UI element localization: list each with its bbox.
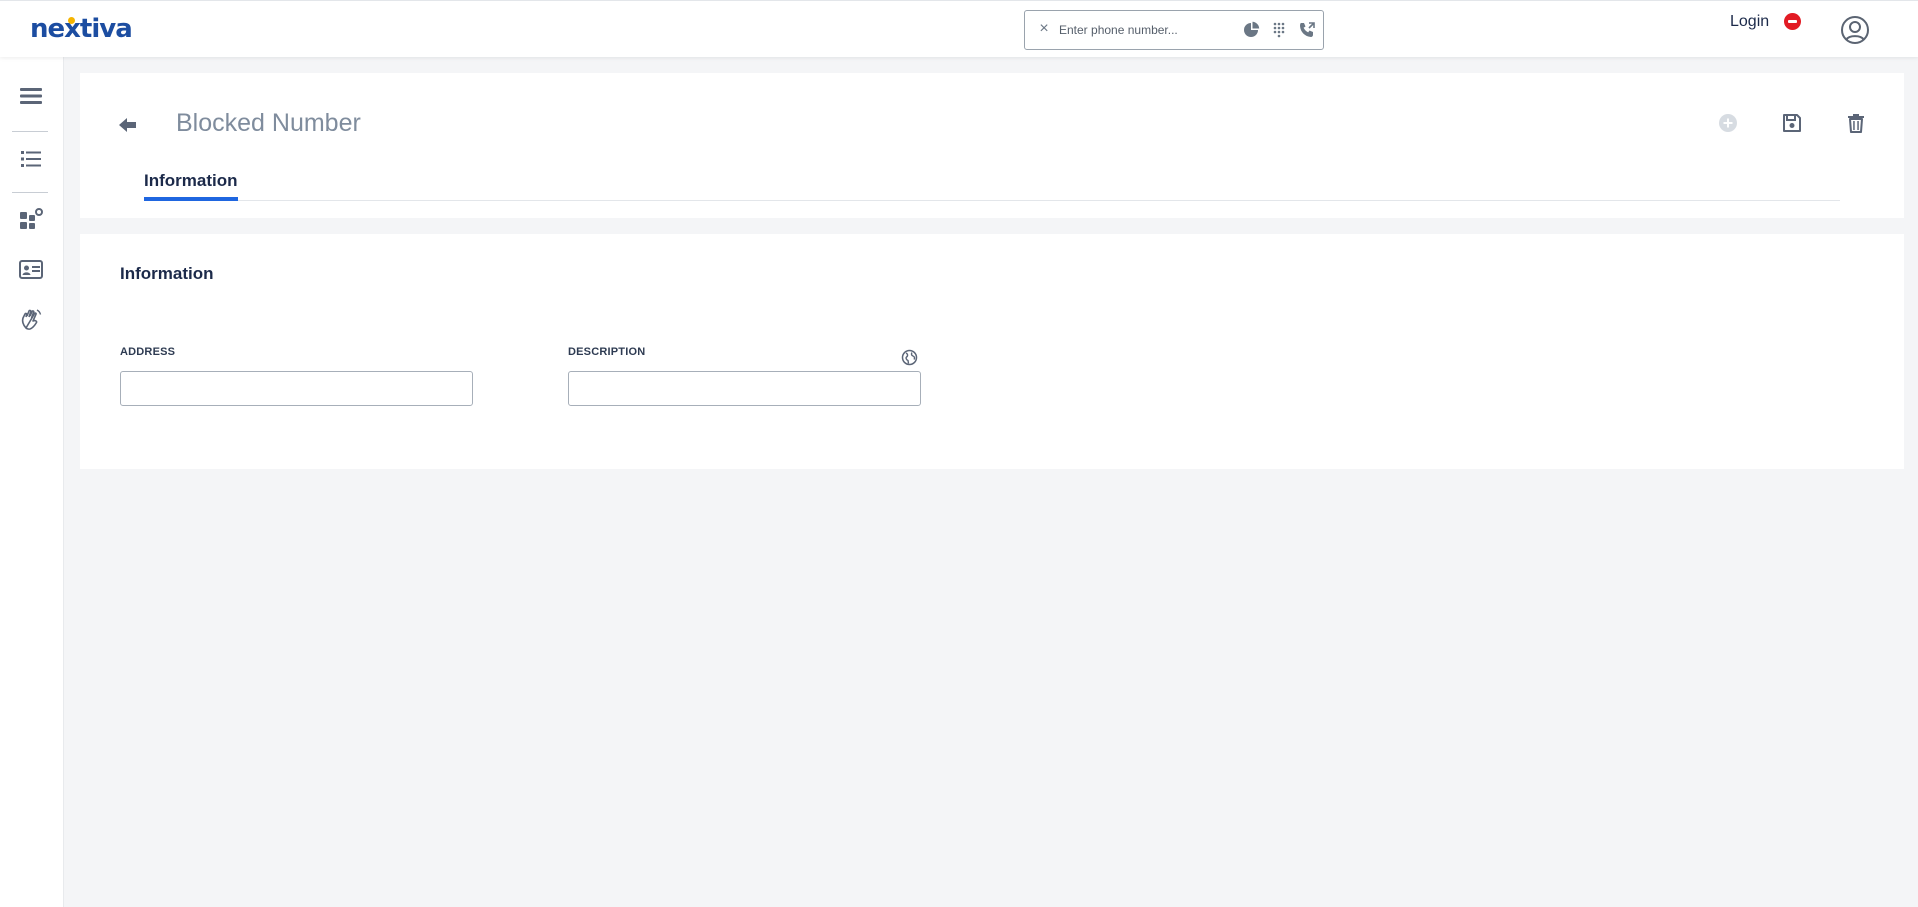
user-circle-icon[interactable] (1840, 15, 1870, 45)
nextiva-logo[interactable]: nextiva (30, 14, 133, 44)
contact-card-icon[interactable] (18, 257, 44, 283)
add-icon[interactable] (1716, 111, 1740, 135)
clear-icon[interactable]: × (1035, 20, 1053, 38)
login-button[interactable]: Login (1730, 13, 1769, 31)
header-card: Blocked Number Information (80, 73, 1904, 218)
page-title: Blocked Number (176, 109, 361, 137)
sidebar-divider (12, 192, 48, 193)
logo-text: nextiva (30, 14, 133, 44)
pie-chart-icon[interactable] (1242, 21, 1260, 39)
back-arrow-icon[interactable] (116, 113, 140, 137)
sidebar-divider (12, 131, 48, 132)
address-label: ADDRESS (120, 346, 176, 358)
logo-dot (68, 17, 75, 24)
phone-number-input[interactable] (1059, 19, 1239, 41)
hamburger-menu-icon[interactable] (18, 83, 44, 109)
tab-divider (144, 200, 1840, 201)
top-bar: nextiva × Login (0, 0, 1918, 57)
delete-icon[interactable] (1844, 111, 1868, 135)
list-icon[interactable] (18, 146, 44, 172)
hand-wave-icon[interactable] (18, 307, 44, 333)
phone-call-icon[interactable] (1298, 21, 1316, 39)
globe-icon[interactable] (901, 349, 918, 366)
tab-information[interactable]: Information (144, 171, 238, 201)
phone-dialer: × (1024, 10, 1324, 50)
address-input[interactable] (120, 371, 473, 406)
status-indicator-icon[interactable] (1784, 13, 1801, 30)
widgets-icon[interactable] (18, 207, 44, 233)
section-title: Information (120, 264, 214, 283)
sidebar (0, 57, 64, 907)
description-input[interactable] (568, 371, 921, 406)
form-card: Information ADDRESS DESCRIPTION (80, 234, 1904, 469)
dialpad-icon[interactable] (1270, 21, 1288, 39)
description-label: DESCRIPTION (568, 346, 646, 358)
save-icon[interactable] (1780, 111, 1804, 135)
